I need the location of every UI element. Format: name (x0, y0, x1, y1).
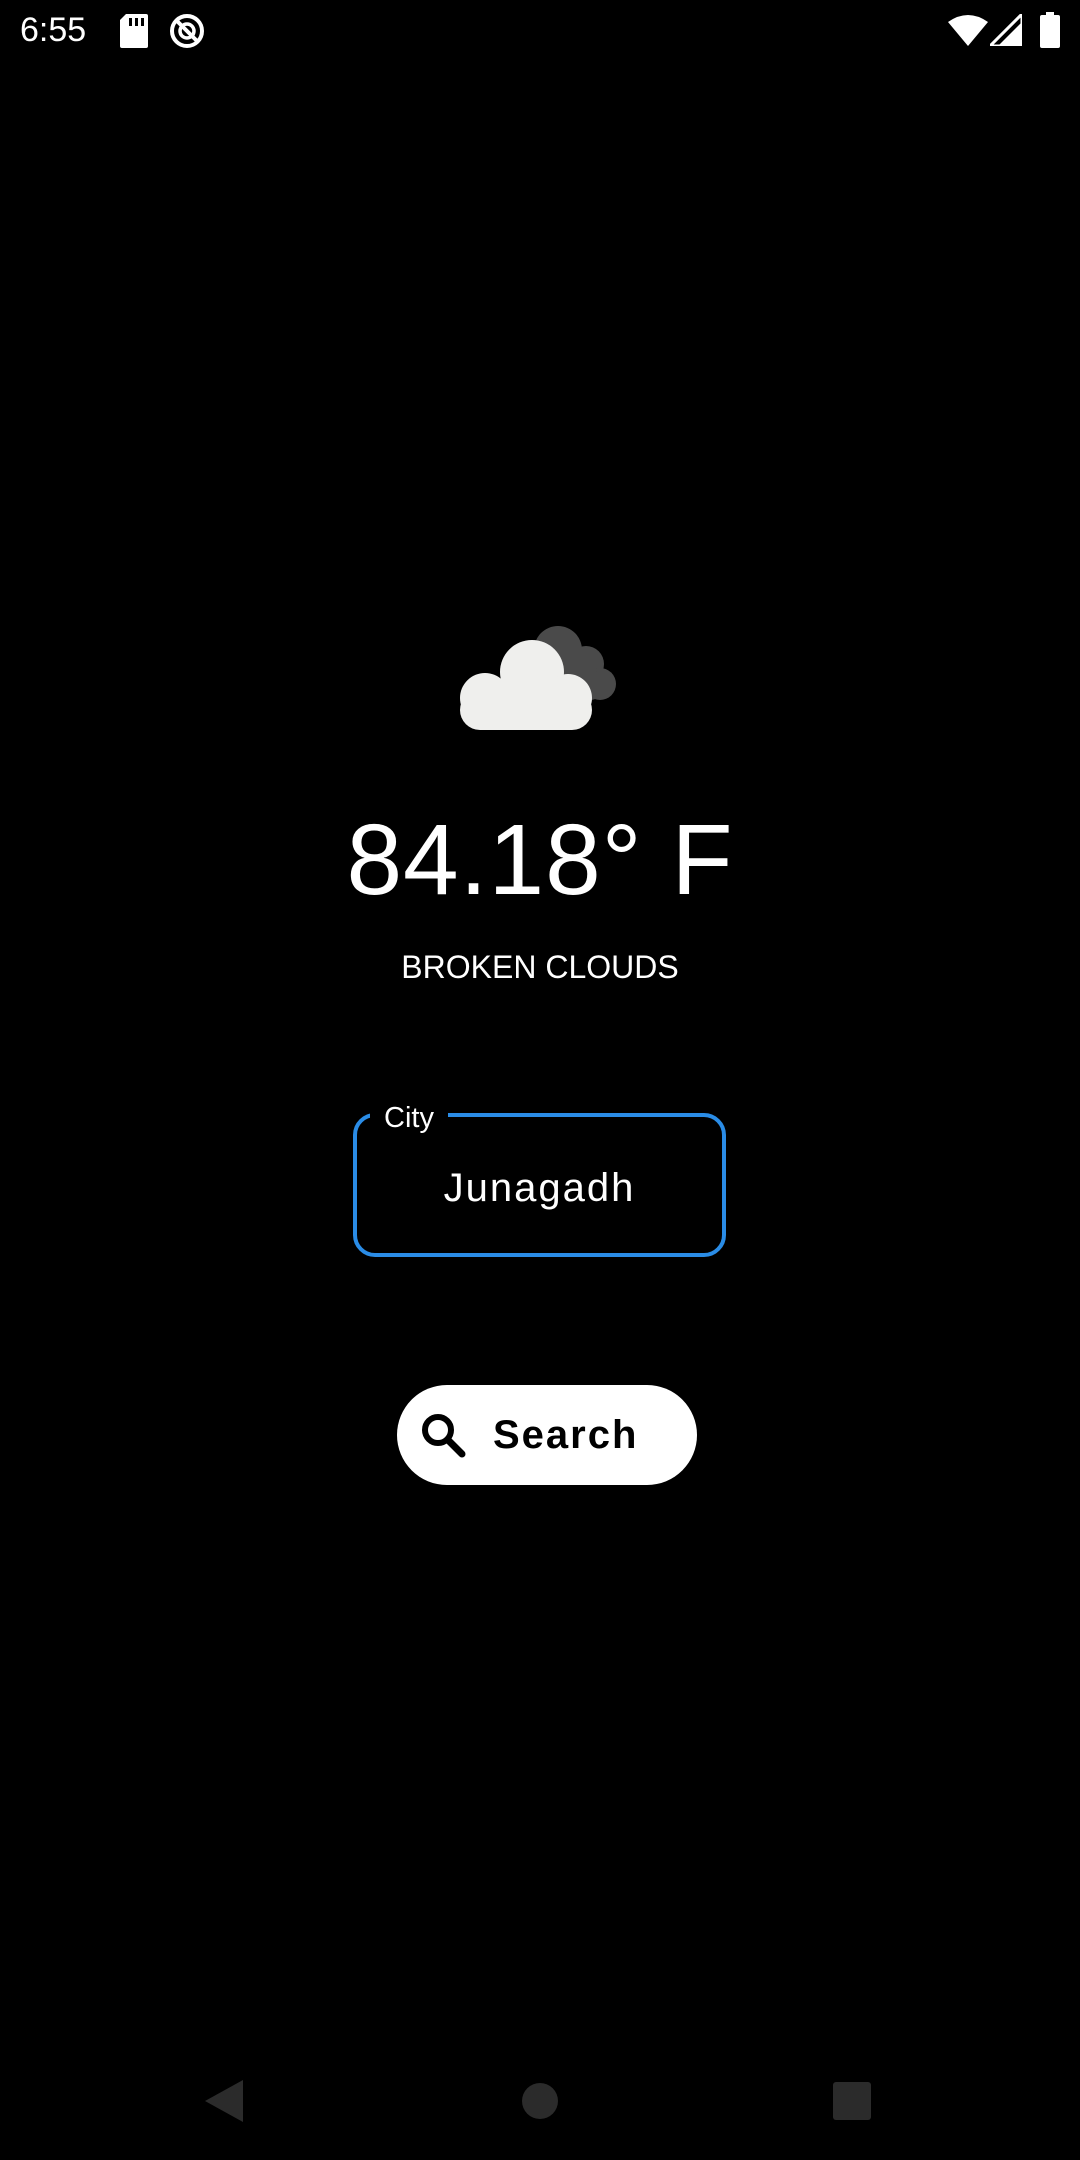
sync-icon (170, 14, 204, 48)
recents-icon[interactable] (833, 2082, 871, 2120)
wifi-icon (948, 15, 988, 46)
signal-icon (990, 14, 1022, 46)
battery-icon (1040, 12, 1060, 48)
search-icon (422, 1414, 466, 1458)
search-button-label: Search (493, 1413, 639, 1457)
home-icon[interactable] (521, 2082, 559, 2120)
status-bar: 6:55 (0, 0, 1080, 60)
broken-clouds-icon (460, 626, 616, 730)
city-field-label: City (370, 1098, 448, 1138)
status-time: 6:55 (20, 11, 87, 49)
temperature: 84.18° F (346, 804, 734, 916)
back-icon[interactable] (205, 2080, 243, 2122)
sd-card-icon (120, 14, 148, 48)
city-input[interactable] (357, 1160, 722, 1216)
weather-condition: BROKEN CLOUDS (401, 949, 679, 985)
